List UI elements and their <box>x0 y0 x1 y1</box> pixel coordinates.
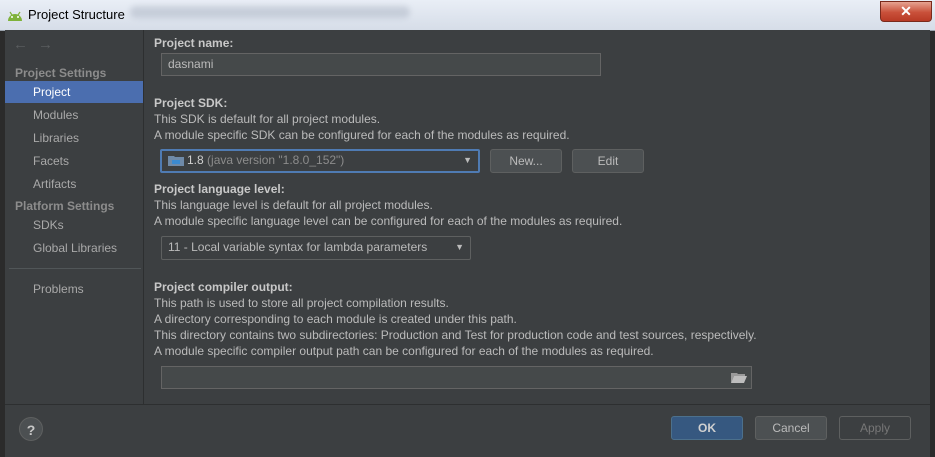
sdk-version: 1.8 <box>187 153 204 167</box>
compiler-output-path-input[interactable] <box>161 366 752 389</box>
language-level-dropdown[interactable]: 11 - Local variable syntax for lambda pa… <box>161 236 471 260</box>
sidebar-item-problems[interactable]: Problems <box>5 278 143 300</box>
sidebar-divider <box>9 268 141 269</box>
apply-button[interactable]: Apply <box>839 416 911 440</box>
window-titlebar: Project Structure ✕ <box>0 0 935 31</box>
language-level-desc-2: A module specific language level can be … <box>154 214 623 228</box>
compiler-output-desc-3: This directory contains two subdirectori… <box>154 328 757 342</box>
sidebar-item-global-libraries[interactable]: Global Libraries <box>5 237 143 259</box>
sidebar-item-sdks[interactable]: SDKs <box>5 214 143 236</box>
sidebar-item-facets[interactable]: Facets <box>5 150 143 172</box>
project-sdk-dropdown[interactable]: 1.8 (java version "1.8.0_152") ▼ <box>160 149 480 173</box>
chevron-down-icon: ▼ <box>463 155 472 165</box>
compiler-output-desc-4: A module specific compiler output path c… <box>154 344 654 358</box>
project-sdk-desc-2: A module specific SDK can be configured … <box>154 128 570 142</box>
compiler-output-desc-2: A directory corresponding to each module… <box>154 312 517 326</box>
project-sdk-desc-1: This SDK is default for all project modu… <box>154 112 381 126</box>
sdk-version-detail: (java version "1.8.0_152") <box>207 153 345 167</box>
dialog-footer: ? OK Cancel Apply <box>5 404 930 457</box>
project-settings-header: Project Settings <box>15 66 107 80</box>
new-sdk-button[interactable]: New... <box>490 149 562 173</box>
nav-history: ← → <box>13 36 63 53</box>
platform-settings-header: Platform Settings <box>15 199 115 213</box>
language-level-desc-1: This language level is default for all p… <box>154 198 433 212</box>
window-title: Project Structure <box>28 7 125 22</box>
sdk-folder-icon <box>168 156 184 166</box>
chevron-down-icon: ▼ <box>455 242 464 252</box>
forward-arrow-icon[interactable]: → <box>38 36 53 53</box>
close-window-button[interactable]: ✕ <box>880 1 932 22</box>
language-level-label: Project language level: <box>154 182 285 196</box>
sidebar-item-project[interactable]: Project <box>5 81 143 103</box>
project-name-label: Project name: <box>154 36 234 50</box>
settings-sidebar: ← → Project Settings Project Modules Libr… <box>5 30 144 404</box>
titlebar-blurred-text <box>130 6 410 18</box>
sidebar-item-modules[interactable]: Modules <box>5 104 143 126</box>
project-name-input[interactable]: dasnami <box>161 53 601 76</box>
compiler-output-desc-1: This path is used to store all project c… <box>154 296 449 310</box>
language-level-value: 11 - Local variable syntax for lambda pa… <box>168 240 428 254</box>
help-button[interactable]: ? <box>19 417 43 441</box>
compiler-output-label: Project compiler output: <box>154 280 293 294</box>
folder-icon[interactable] <box>731 372 747 383</box>
sidebar-item-artifacts[interactable]: Artifacts <box>5 173 143 195</box>
back-arrow-icon[interactable]: ← <box>13 36 28 53</box>
edit-sdk-button[interactable]: Edit <box>572 149 644 173</box>
ok-button[interactable]: OK <box>671 416 743 440</box>
sidebar-item-libraries[interactable]: Libraries <box>5 127 143 149</box>
cancel-button[interactable]: Cancel <box>755 416 827 440</box>
project-settings-panel: Project name: dasnami Project SDK: This … <box>144 30 930 404</box>
android-studio-icon <box>8 11 22 21</box>
project-sdk-label: Project SDK: <box>154 96 228 110</box>
